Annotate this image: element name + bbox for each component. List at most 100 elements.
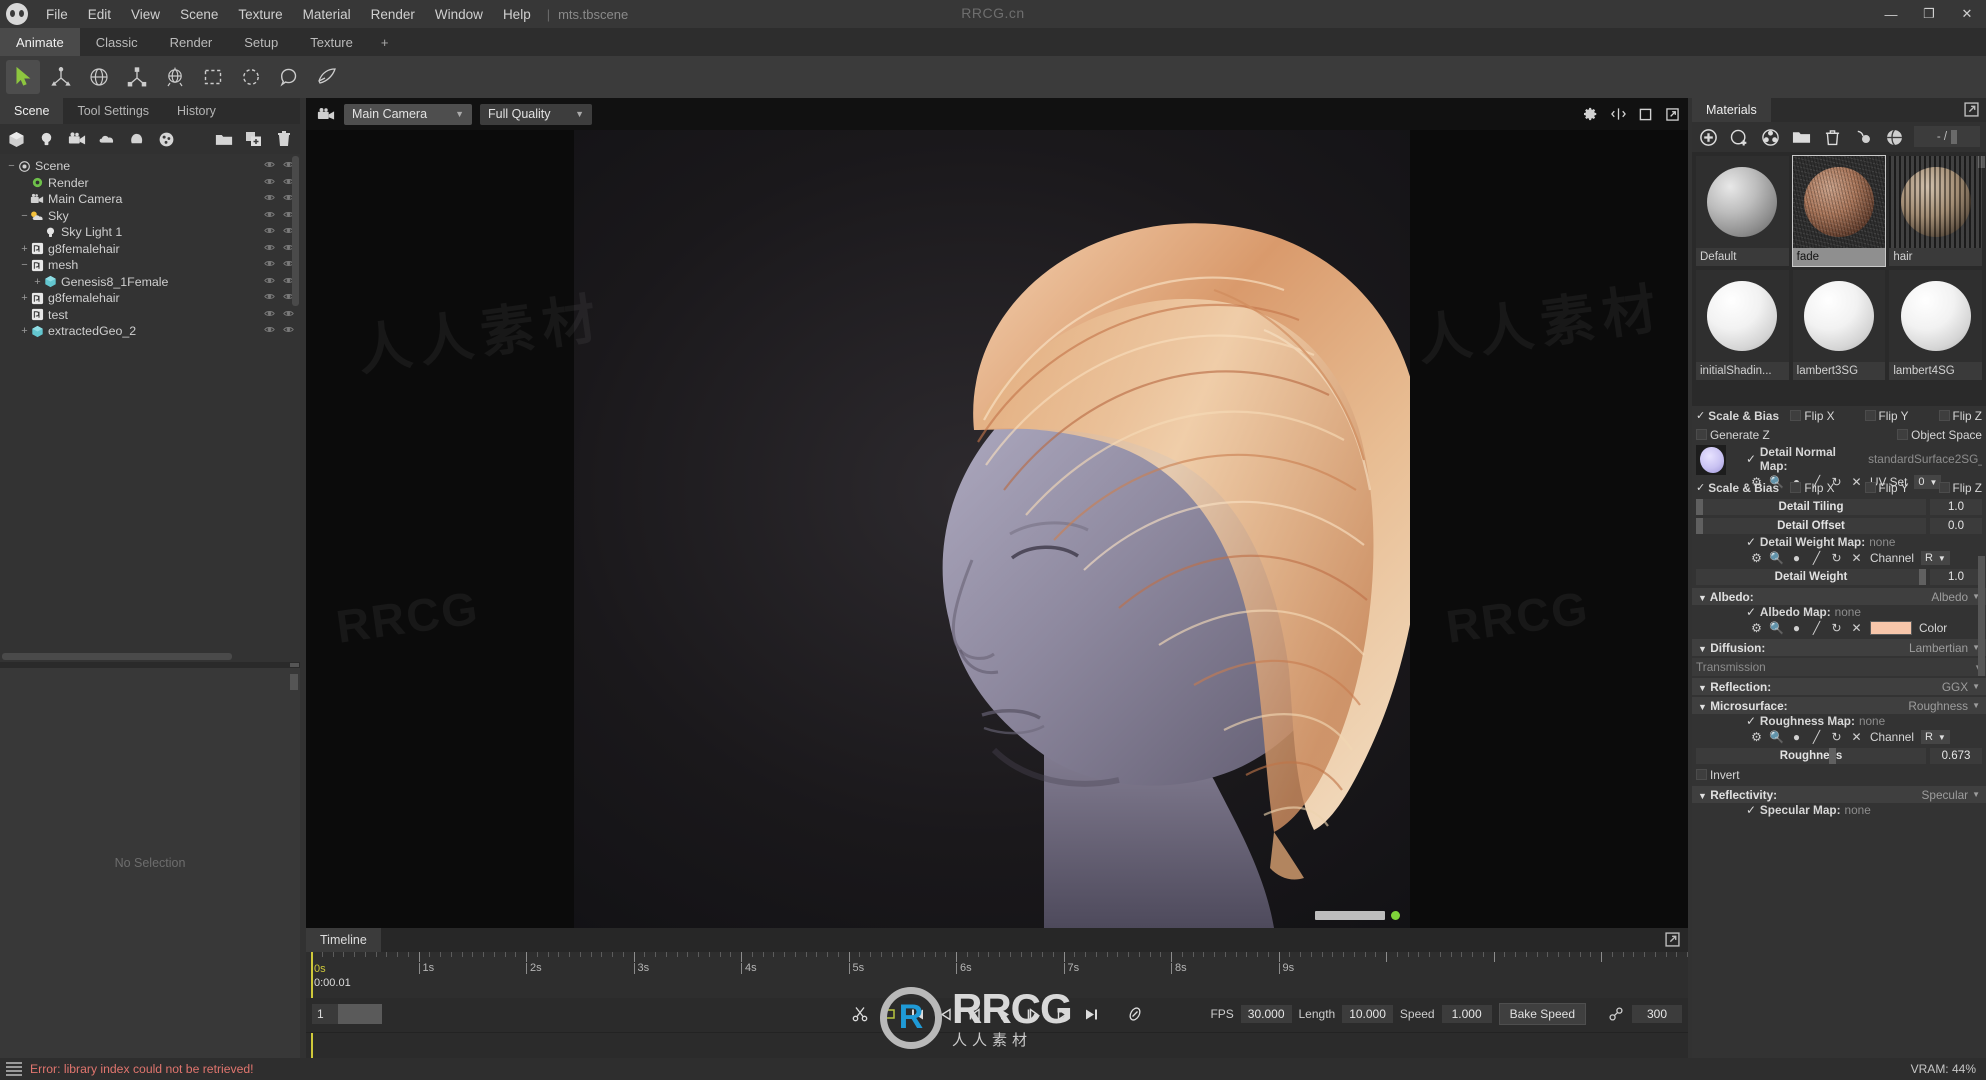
console-icon[interactable] [6,1062,22,1076]
detail-normal-map-checkbox[interactable]: ✓ [1746,452,1756,466]
menu-help[interactable]: Help [493,2,541,27]
cloud-icon[interactable] [96,129,117,150]
detail-weight-edit-icon[interactable]: ╱ [1810,551,1823,565]
microsurface-section-header[interactable]: ▼ Microsurface: Roughness ▼ [1692,697,1986,714]
generate-z-checkbox[interactable]: Generate Z [1696,428,1770,442]
select-tool[interactable] [6,60,40,94]
render-region[interactable] [574,130,1410,928]
circle-select-icon[interactable] [234,60,268,94]
menu-window[interactable]: Window [425,2,493,27]
rotate-globe-icon[interactable] [82,60,116,94]
detail-flip-x-checkbox[interactable]: Flip X [1790,481,1835,495]
reflectivity-section-header[interactable]: ▼ Reflectivity: Specular ▼ [1692,786,1986,803]
tab-materials[interactable]: Materials [1692,98,1771,122]
detail-weight-map-thumbnail[interactable] [1696,535,1726,565]
albedo-edit-icon[interactable]: ╱ [1810,621,1823,635]
scene-tree-vertical-scrollbar[interactable] [292,156,299,306]
properties-scrollbar[interactable] [290,674,298,690]
scene-tree-item[interactable]: − Sky [0,208,300,225]
tab-history[interactable]: History [163,98,230,124]
sphere-material-icon[interactable] [156,129,177,150]
detail-weight-channel-dropdown[interactable]: R ▼ [1920,551,1950,565]
scene-tree-item[interactable]: Main Camera [0,191,300,208]
roughness-value[interactable]: 0.673 [1930,747,1982,764]
move-axis-icon[interactable] [44,60,78,94]
albedo-reload-icon[interactable]: ↻ [1830,621,1843,635]
roughness-browse-icon[interactable]: 🔍 [1769,730,1784,744]
counter-handle[interactable] [1951,129,1958,144]
tree-expander[interactable]: + [19,325,30,337]
link-icon[interactable] [1607,1005,1625,1023]
albedo-clear-icon[interactable]: ✕ [1850,621,1863,635]
skip-forward-icon[interactable] [1083,1005,1101,1023]
tree-visibility-toggles[interactable] [264,242,294,253]
minimize-button[interactable]: — [1872,0,1910,28]
reflection-section-header[interactable]: ▼ Reflection: GGX ▼ [1692,678,1986,695]
play-back-icon[interactable] [938,1005,956,1023]
roughness-map-checkbox[interactable]: ✓ [1746,714,1756,728]
viewport-canvas[interactable]: 人人素材 人人素材 RRCG RRCG [306,130,1688,928]
roughness-clear-icon[interactable]: ✕ [1850,730,1863,744]
popout-icon[interactable] [1665,932,1680,947]
bake-speed-button[interactable]: Bake Speed [1498,1003,1586,1025]
roughness-slider[interactable]: Roughness [1696,747,1926,764]
specular-map-checkbox[interactable]: ✓ [1746,803,1756,817]
material-counter[interactable]: - / [1914,126,1980,147]
plus-circle-icon[interactable] [1698,127,1719,148]
scene-tree-item[interactable]: + Genesis8_1Female [0,274,300,291]
camera-icon[interactable] [66,129,87,150]
split-icon[interactable] [1610,106,1626,122]
play-icon[interactable] [996,1005,1014,1023]
normal-flip-y-checkbox[interactable]: Flip Y [1864,409,1909,423]
scene-tree-item[interactable]: test [0,307,300,324]
albedo-browse-icon[interactable]: 🔍 [1769,621,1784,635]
tab-tool-settings[interactable]: Tool Settings [63,98,163,124]
timeline-playhead[interactable] [311,952,313,998]
workspace-tab-render[interactable]: Render [154,28,229,56]
specular-map-thumbnail[interactable] [1696,803,1726,819]
material-swatch[interactable]: hair [1889,156,1982,266]
menu-texture[interactable]: Texture [228,2,292,27]
popout-icon[interactable] [1664,106,1680,122]
close-button[interactable]: ✕ [1948,0,1986,28]
toggle-icon[interactable] [1126,1005,1144,1023]
roughness-pick-icon[interactable]: ● [1790,730,1803,744]
scissors-icon[interactable] [851,1005,869,1023]
tree-expander[interactable]: + [19,243,30,255]
current-frame-field[interactable]: 1 [312,1004,382,1024]
detail-offset-value[interactable]: 0.0 [1930,517,1982,534]
material-thumbnail[interactable] [1792,156,1886,248]
albedo-map-checkbox[interactable]: ✓ [1746,605,1756,619]
maximize-button[interactable]: ❐ [1910,0,1948,28]
tree-visibility-toggles[interactable] [264,291,294,302]
menu-render[interactable]: Render [361,2,425,27]
speed-field[interactable]: 1.000 [1441,1005,1492,1023]
folder-icon[interactable] [1791,127,1812,148]
material-swatch[interactable]: Default [1696,156,1789,266]
detail-weight-reload-icon[interactable]: ↻ [1830,551,1843,565]
workspace-tab-texture[interactable]: Texture [294,28,369,56]
sphere-plus-icon[interactable] [1729,127,1750,148]
eyedropper-icon[interactable] [1853,127,1874,148]
tree-visibility-toggles[interactable] [264,308,294,319]
skip-back-icon[interactable] [909,1005,927,1023]
scene-tree[interactable]: − Scene Render Main Camera − Sky Sky Light 1 + g… [0,154,300,662]
albedo-settings-icon[interactable]: ⚙ [1750,621,1763,635]
rectangle-select-icon[interactable] [196,60,230,94]
detail-tiling-slider[interactable]: Detail Tiling [1696,498,1926,515]
detail-offset-slider[interactable]: Detail Offset [1696,517,1926,534]
popout-icon[interactable] [1964,102,1979,117]
loop-icon[interactable] [880,1005,898,1023]
roughness-reload-icon[interactable]: ↻ [1830,730,1843,744]
tree-visibility-toggles[interactable] [264,275,294,286]
workspace-tab-animate[interactable]: Animate [0,28,80,56]
detail-weight-browse-icon[interactable]: 🔍 [1769,551,1784,565]
folder-icon[interactable] [213,129,234,150]
quality-selector[interactable]: Full Quality ▼ [480,103,592,125]
transform-globe-icon[interactable] [158,60,192,94]
tree-visibility-toggles[interactable] [264,324,294,335]
diffusion-section-header[interactable]: ▼ Diffusion: Lambertian ▼ [1692,639,1986,656]
square-icon[interactable] [1637,106,1653,122]
tree-expander[interactable]: − [19,210,30,222]
tree-visibility-toggles[interactable] [264,225,294,236]
